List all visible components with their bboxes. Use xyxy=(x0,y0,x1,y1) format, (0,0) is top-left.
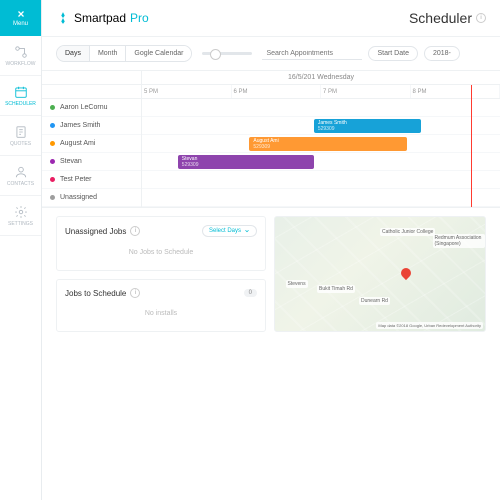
timeline-row[interactable]: August Ami529309 xyxy=(142,135,500,153)
sidebar: Menu WORKFLOW SCHEDULER QUOTES CONTACTS … xyxy=(0,0,42,500)
date-header: 16/5/201 Wednesday xyxy=(142,71,500,85)
logo: Smartpad Pro xyxy=(56,11,149,25)
person-name: August Ami xyxy=(60,140,95,147)
chevron-down-icon xyxy=(244,228,250,234)
menu-label: Menu xyxy=(13,21,28,27)
nav-settings[interactable]: SETTINGS xyxy=(0,196,41,236)
info-icon[interactable]: i xyxy=(476,13,486,23)
close-icon xyxy=(16,9,26,19)
person-name: James Smith xyxy=(60,122,100,129)
timeline-row[interactable] xyxy=(142,189,500,207)
jobs-title: Jobs to Schedule xyxy=(65,289,126,298)
workflow-icon xyxy=(14,45,28,59)
page-title: Scheduler i xyxy=(409,10,486,26)
unassigned-title: Unassigned Jobs xyxy=(65,227,126,236)
select-days-dropdown[interactable]: Select Days xyxy=(202,225,257,237)
person-name: Stevan xyxy=(60,158,82,165)
start-date-button[interactable]: Start Date xyxy=(368,46,418,61)
person-color-dot xyxy=(50,105,55,110)
person-row[interactable]: James Smith xyxy=(42,117,141,135)
person-name: Unassigned xyxy=(60,194,97,201)
gantt-bar[interactable]: August Ami529309 xyxy=(249,137,407,151)
people-list: Aaron LeCornu James Smith August Ami Stevan… xyxy=(42,71,142,207)
timeline-row[interactable] xyxy=(142,99,500,117)
logo-icon xyxy=(56,11,70,25)
toolbar: Days Month Gogle Calendar Start Date 201… xyxy=(42,37,500,71)
search-field[interactable] xyxy=(262,47,362,60)
time-header: 5 PM6 PM7 PM8 PM xyxy=(142,85,500,99)
nav-workflow[interactable]: WORKFLOW xyxy=(0,36,41,76)
gantt-chart: Aaron LeCornu James Smith August Ami Stevan… xyxy=(42,71,500,208)
map-pin[interactable] xyxy=(399,266,413,280)
timeline-row[interactable] xyxy=(142,171,500,189)
person-row[interactable]: Aaron LeCornu xyxy=(42,99,141,117)
header: Smartpad Pro Scheduler i xyxy=(42,0,500,37)
person-row[interactable]: Test Peter xyxy=(42,171,141,189)
map-attribution: Map data ©2018 Google, Urban Redevelopme… xyxy=(376,322,483,329)
unassigned-jobs-panel: Unassigned Jobs i Select Days No Jobs to… xyxy=(56,216,266,271)
view-month[interactable]: Month xyxy=(90,46,126,61)
start-date-value[interactable]: 2018- xyxy=(424,46,460,61)
timeline-row[interactable]: Stevan529309 xyxy=(142,153,500,171)
unassigned-empty: No Jobs to Schedule xyxy=(65,243,257,262)
jobs-to-schedule-panel: Jobs to Schedule i 0 No installs xyxy=(56,279,266,332)
info-icon[interactable]: i xyxy=(130,226,140,236)
person-color-dot xyxy=(50,141,55,146)
quotes-icon xyxy=(14,125,28,139)
jobs-count: 0 xyxy=(244,289,257,297)
menu-toggle[interactable]: Menu xyxy=(0,0,41,36)
main-content: Smartpad Pro Scheduler i Days Month Gogl… xyxy=(42,0,500,500)
calendar-icon xyxy=(14,85,28,99)
view-segmented: Days Month Gogle Calendar xyxy=(56,45,192,62)
timeline-row[interactable]: James Smith529309 xyxy=(142,117,500,135)
gantt-bar[interactable]: Stevan529309 xyxy=(178,155,314,169)
timeline[interactable]: 16/5/201 Wednesday 5 PM6 PM7 PM8 PM Jame… xyxy=(142,71,500,207)
person-color-dot xyxy=(50,123,55,128)
zoom-slider[interactable] xyxy=(202,52,252,55)
contacts-icon xyxy=(14,165,28,179)
gantt-bar[interactable]: James Smith529309 xyxy=(314,119,421,133)
person-color-dot xyxy=(50,195,55,200)
nav-quotes[interactable]: QUOTES xyxy=(0,116,41,156)
person-name: Test Peter xyxy=(60,176,92,183)
gear-icon xyxy=(14,205,28,219)
nav-contacts[interactable]: CONTACTS xyxy=(0,156,41,196)
bottom-panels: Unassigned Jobs i Select Days No Jobs to… xyxy=(42,208,500,340)
person-row[interactable]: August Ami xyxy=(42,135,141,153)
view-google-calendar[interactable]: Gogle Calendar xyxy=(126,46,191,61)
person-color-dot xyxy=(50,159,55,164)
jobs-empty: No installs xyxy=(65,304,257,323)
person-row[interactable]: Unassigned xyxy=(42,189,141,207)
info-icon[interactable]: i xyxy=(130,288,140,298)
map-view[interactable]: Catholic Junior College Redmum Associati… xyxy=(274,216,486,332)
nav-scheduler[interactable]: SCHEDULER xyxy=(0,76,41,116)
person-name: Aaron LeCornu xyxy=(60,104,107,111)
person-row[interactable]: Stevan xyxy=(42,153,141,171)
view-days[interactable]: Days xyxy=(57,46,90,61)
search-input[interactable] xyxy=(266,50,357,57)
now-indicator xyxy=(471,85,472,207)
person-color-dot xyxy=(50,177,55,182)
